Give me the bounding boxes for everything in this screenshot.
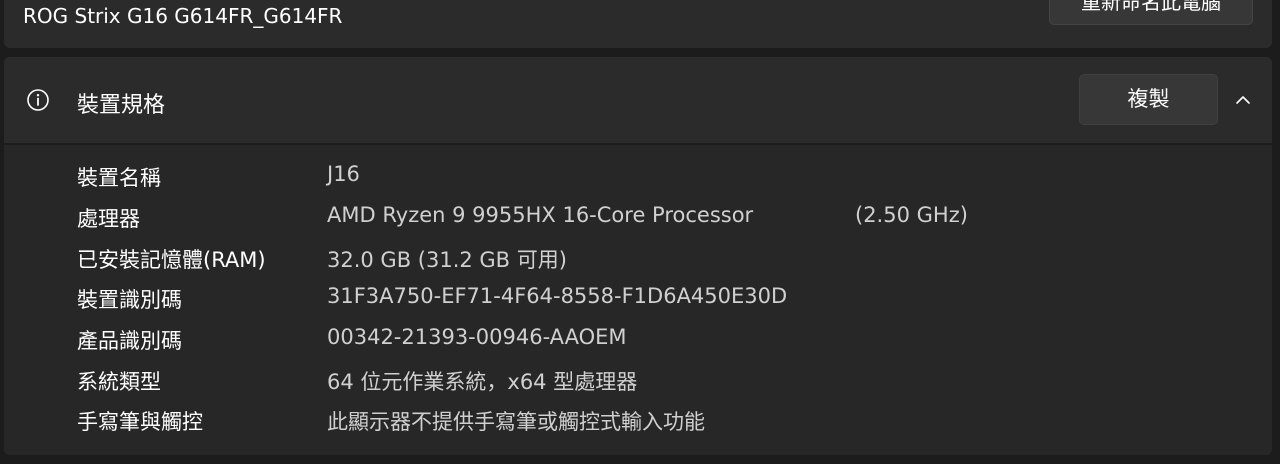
device-name-card: ROG Strix G16 G614FR_G614FR 重新命名此電腦: [4, 0, 1272, 48]
processor-clock-speed: (2.50 GHz): [855, 203, 968, 227]
device-specifications-list: 裝置名稱 J16 處理器 AMD Ryzen 9 9955HX 16-Core …: [4, 145, 1272, 455]
spec-label: 處理器: [77, 207, 140, 231]
spec-value: 此顯示器不提供手寫筆或觸控式輸入功能: [327, 410, 705, 434]
spec-row-pen-and-touch: 手寫筆與觸控 此顯示器不提供手寫筆或觸控式輸入功能: [4, 406, 1272, 446]
device-specifications-card: 裝置規格 複製 裝置名稱 J16 處理器 AMD Ryzen 9 9955HX …: [4, 57, 1272, 455]
device-specifications-title: 裝置規格: [77, 93, 166, 118]
device-specifications-header[interactable]: 裝置規格 複製: [4, 57, 1272, 143]
spec-row-device-name: 裝置名稱 J16: [4, 162, 1272, 202]
copy-button[interactable]: 複製: [1079, 74, 1218, 125]
spec-row-processor: 處理器 AMD Ryzen 9 9955HX 16-Core Processor…: [4, 203, 1272, 243]
device-model-name: ROG Strix G16 G614FR_G614FR: [23, 4, 343, 28]
spec-label: 裝置識別碼: [77, 288, 182, 312]
spec-value: AMD Ryzen 9 9955HX 16-Core Processor: [327, 203, 754, 227]
spec-value: 00342-21393-00946-AAOEM: [327, 325, 627, 349]
spec-row-device-id: 裝置識別碼 31F3A750-EF71-4F64-8558-F1D6A450E3…: [4, 284, 1272, 324]
spec-value: J16: [327, 162, 360, 186]
spec-label: 已安裝記憶體(RAM): [77, 248, 266, 272]
settings-about-page: ROG Strix G16 G614FR_G614FR 重新命名此電腦 裝置規格…: [0, 0, 1280, 464]
info-icon: [27, 89, 49, 111]
spec-label: 產品識別碼: [77, 329, 182, 353]
rename-pc-button[interactable]: 重新命名此電腦: [1049, 0, 1253, 25]
spec-value: 32.0 GB (31.2 GB 可用): [327, 248, 567, 272]
spec-label: 系統類型: [77, 370, 161, 394]
chevron-up-icon[interactable]: [1234, 91, 1252, 109]
spec-value: 64 位元作業系統，x64 型處理器: [327, 370, 638, 394]
spec-row-system-type: 系統類型 64 位元作業系統，x64 型處理器: [4, 366, 1272, 406]
spec-label: 手寫筆與觸控: [77, 410, 203, 434]
spec-row-installed-ram: 已安裝記憶體(RAM) 32.0 GB (31.2 GB 可用): [4, 244, 1272, 284]
spec-value: 31F3A750-EF71-4F64-8558-F1D6A450E30D: [327, 284, 788, 308]
spec-row-product-id: 產品識別碼 00342-21393-00946-AAOEM: [4, 325, 1272, 365]
next-card-edge: [0, 455, 1280, 464]
spec-label: 裝置名稱: [77, 166, 161, 190]
